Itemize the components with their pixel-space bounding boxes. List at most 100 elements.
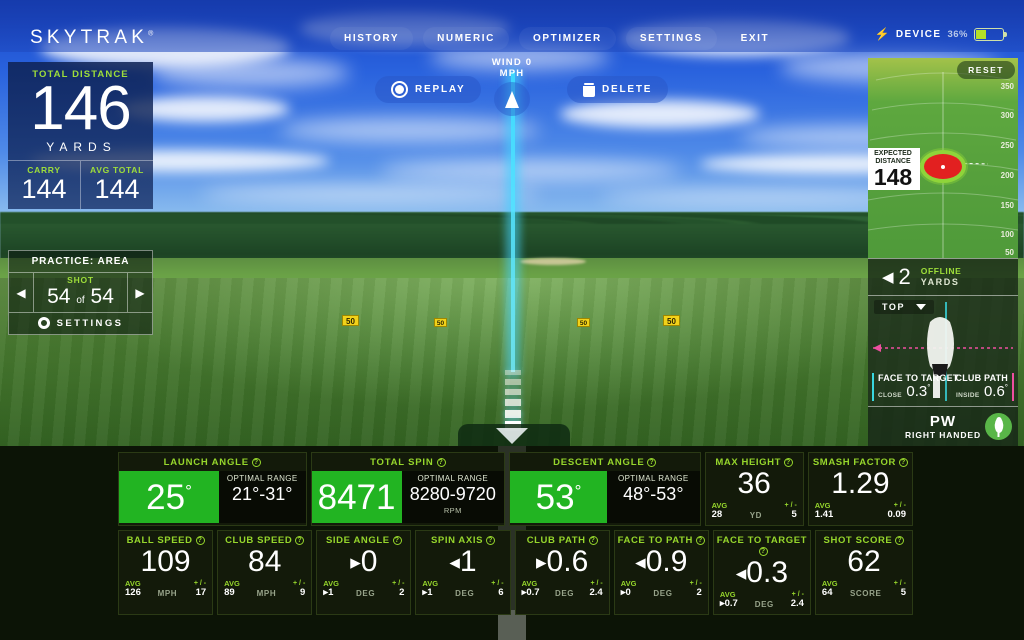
info-icon[interactable]: ? <box>486 536 496 546</box>
stat-card-face-to-target[interactable]: FACE TO TARGET? ◂0.3 AVG ▸0.7 DEG + / -2.… <box>712 530 811 616</box>
shot-label: SHOT <box>67 275 94 285</box>
nav-tab-settings[interactable]: SETTINGS <box>625 27 717 50</box>
range-tick: 150 <box>1000 201 1014 210</box>
club-path-readout: CLUB PATH INSIDE 0.6° <box>956 373 1014 401</box>
info-icon[interactable]: ? <box>588 536 598 546</box>
info-icon[interactable]: ? <box>758 547 768 557</box>
club-speed-value: 84 <box>248 545 282 579</box>
stat-card-spin-axis[interactable]: SPIN AXIS? ◂1 AVG ▸1 DEG + / -6 <box>415 530 511 616</box>
avg-total-cell: AVG TOTAL 144 <box>80 161 153 210</box>
practice-panel: PRACTICE: AREA ◀ SHOT 54 of 54 ▶ SETTING… <box>8 250 153 335</box>
range-tick: 50 <box>1005 248 1014 257</box>
expected-distance-label-1: EXPECTED <box>874 150 912 157</box>
optimal-range-label: OPTIMAL RANGE <box>617 474 689 483</box>
trash-icon <box>583 82 595 97</box>
club-speed-avg: AVG 89 <box>224 578 240 599</box>
club-path-pm: + / -2.4 <box>589 580 603 599</box>
face-to-target-label: FACE TO TARGET <box>878 373 959 383</box>
total-spin-value-box: 8471 <box>311 471 402 523</box>
yardage-marker: 50 <box>342 315 359 326</box>
club-glyph <box>994 417 1004 437</box>
practice-settings-button[interactable]: SETTINGS <box>9 312 152 334</box>
stat-card-club-speed[interactable]: CLUB SPEED? 84 AVG 89 MPH + / -9 <box>217 530 313 616</box>
range-tick: 250 <box>1000 141 1014 150</box>
stat-card-descent-angle[interactable]: DESCENT ANGLE? 53° OPTIMAL RANGE 48°-53° <box>509 452 701 527</box>
handedness-label: RIGHT HANDED <box>905 430 981 440</box>
descent-angle-label: DESCENT ANGLE? <box>553 457 657 468</box>
nav-tab-exit[interactable]: EXIT <box>727 27 784 50</box>
info-icon[interactable]: ? <box>895 536 905 546</box>
practice-title: PRACTICE: AREA <box>31 256 130 267</box>
descent-angle-value: 53° <box>535 477 582 517</box>
stat-card-smash-factor[interactable]: SMASH FACTOR? 1.29 AVG 1.41 + / -0.09 <box>807 452 913 527</box>
info-icon[interactable]: ? <box>436 458 446 467</box>
face-to-target-pm: + / -2.4 <box>790 591 804 610</box>
info-icon[interactable]: ? <box>647 458 657 467</box>
launch-angle-optimal: OPTIMAL RANGE 21°-31° <box>219 471 306 523</box>
device-label: DEVICE <box>895 28 942 40</box>
club-path-unit: DEG <box>554 589 575 599</box>
club-view-mode-selector[interactable]: TOP <box>874 300 935 314</box>
ball-speed-footer: AVG 126 MPH + / -17 <box>119 578 212 604</box>
stat-card-face-to-path[interactable]: FACE TO PATH? ◂0.9 AVG ▸0 DEG + / -2 <box>613 530 709 616</box>
launch-angle-value: 25° <box>146 477 192 517</box>
stat-card-club-path[interactable]: CLUB PATH? ▸0.6 AVG ▸0.7 DEG + / -2.4 <box>514 530 610 616</box>
delete-button[interactable]: DELETE <box>567 76 669 103</box>
stat-card-side-angle[interactable]: SIDE ANGLE? ▸0 AVG ▸1 DEG + / -2 <box>316 530 412 616</box>
nav-tab-numeric[interactable]: NUMERIC <box>423 27 509 50</box>
spin-axis-unit: DEG <box>455 589 475 599</box>
stat-card-launch-angle[interactable]: LAUNCH ANGLE? 25° OPTIMAL RANGE 21°-31° <box>118 452 307 527</box>
info-icon[interactable]: ? <box>195 536 205 546</box>
chevron-down-icon <box>916 304 927 310</box>
device-status[interactable]: ⚡ DEVICE 36% <box>875 27 1007 41</box>
club-face-view[interactable]: TOP FACE TO TARGET CLOSE 0.3° CLUB PATH … <box>868 296 1018 406</box>
optimal-range-label: OPTIMAL RANGE <box>226 474 298 483</box>
side-angle-pm: + / -2 <box>392 580 405 599</box>
main-navigation: HISTORY NUMERIC OPTIMIZER SETTINGS EXIT <box>330 27 783 50</box>
stat-card-total-spin[interactable]: TOTAL SPIN? 8471 OPTIMAL RANGE 8280-9720… <box>310 452 506 527</box>
max-height-footer: AVG 28 YD + / -5 <box>706 500 803 526</box>
reset-button[interactable]: RESET <box>957 61 1015 79</box>
top-down-range-view[interactable]: RESET 350 300 250 200 150 100 50 EXPECTE… <box>868 58 1018 258</box>
nav-tab-optimizer[interactable]: OPTIMIZER <box>518 27 616 50</box>
skytrak-app: 50 50 50 50 SKYTRAK® HISTORY NUMERIC OPT… <box>0 0 1024 640</box>
offline-label: OFFLINE <box>920 265 962 276</box>
prev-shot-button[interactable]: ◀ <box>9 286 33 300</box>
wind-direction-button[interactable] <box>494 82 530 116</box>
total-spin-optimal: OPTIMAL RANGE 8280-9720 RPM <box>401 471 505 523</box>
stat-card-ball-speed[interactable]: BALL SPEED? 109 AVG 126 MPH + / -17 <box>118 530 214 616</box>
expected-distance-value: 148 <box>873 164 913 191</box>
launch-angle-label: LAUNCH ANGLE? <box>163 457 261 468</box>
smash-factor-value: 1.29 <box>831 467 890 500</box>
info-icon[interactable]: ? <box>295 536 305 546</box>
info-icon[interactable]: ? <box>695 536 705 546</box>
max-height-value: 36 <box>737 467 771 500</box>
info-icon[interactable]: ? <box>392 536 402 546</box>
side-angle-footer: AVG ▸1 DEG + / -2 <box>317 578 410 604</box>
practice-settings-label: SETTINGS <box>56 317 124 329</box>
offline-unit: YARDS <box>920 276 960 287</box>
replay-button[interactable]: REPLAY <box>375 76 482 103</box>
club-view-mode-label: TOP <box>882 302 906 312</box>
optimal-range-value: 48°-53° <box>623 484 684 504</box>
total-distance-value: 146 <box>30 74 131 143</box>
next-shot-button[interactable]: ▶ <box>128 286 152 300</box>
info-icon[interactable]: ? <box>784 458 793 467</box>
expected-distance-callout: EXPECTED DISTANCE 148 <box>868 148 920 191</box>
smash-factor-footer: AVG 1.41 + / -0.09 <box>809 500 912 526</box>
nav-tab-history[interactable]: HISTORY <box>330 27 414 50</box>
carry-value: 144 <box>21 174 67 205</box>
shot-score-value: 62 <box>847 545 881 579</box>
direction-arrow-icon: ◂ <box>449 551 460 575</box>
info-icon[interactable]: ? <box>251 458 261 467</box>
stat-card-max-height[interactable]: MAX HEIGHT? 36 AVG 28 YD + / -5 <box>704 452 804 527</box>
stat-card-shot-score[interactable]: SHOT SCORE? 62 AVG 64 SCORE + / -5 <box>814 530 913 616</box>
stats-row-primary: LAUNCH ANGLE? 25° OPTIMAL RANGE 21°-31° <box>118 452 913 527</box>
offline-text: OFFLINE YARDS <box>920 265 962 287</box>
stats-grid: LAUNCH ANGLE? 25° OPTIMAL RANGE 21°-31° <box>118 452 913 616</box>
club-selector-bar[interactable]: PW RIGHT HANDED <box>868 406 1018 446</box>
ball-speed-pm: + / -17 <box>193 580 207 599</box>
club-path-footer: AVG ▸0.7 DEG + / -2.4 <box>516 578 609 604</box>
club-speed-pm: + / -9 <box>293 580 306 599</box>
info-icon[interactable]: ? <box>898 458 908 467</box>
